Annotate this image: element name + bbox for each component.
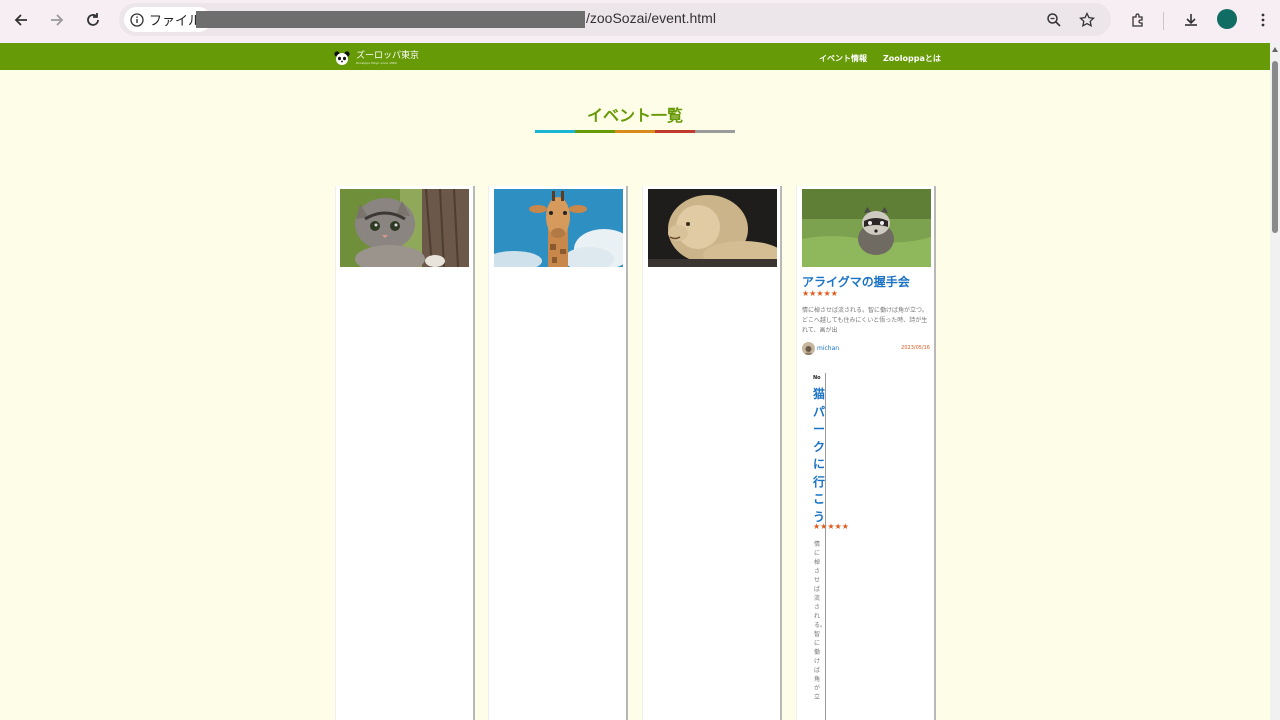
event-image-raccoon[interactable] (802, 189, 931, 267)
post-date: 2023/05/16 (901, 345, 930, 351)
zoom-icon[interactable] (1042, 8, 1066, 32)
site-logo[interactable]: ズーロッパ東京 Zooloppa Tokyo since 1960 (334, 51, 419, 66)
logo-title: ズーロッパ東京 (356, 51, 420, 61)
nav-link-about[interactable]: Zooloppaとは (883, 53, 941, 64)
author-avatar (802, 342, 815, 355)
bookmark-star-icon[interactable] (1075, 8, 1099, 32)
author-name[interactable]: michan (817, 345, 839, 352)
panda-logo-icon (334, 51, 350, 65)
card-number-label: No (813, 375, 821, 381)
event-card[interactable] (642, 186, 782, 720)
scrollbar-thumb[interactable] (1272, 61, 1278, 233)
site-header: ズーロッパ東京 Zooloppa Tokyo since 1960 イベント情報… (0, 43, 1270, 70)
underline-segment (535, 130, 575, 133)
event-card[interactable] (488, 186, 628, 720)
menu-kebab-icon[interactable] (1250, 7, 1276, 33)
profile-avatar[interactable] (1217, 9, 1237, 29)
info-icon (130, 12, 144, 27)
title-underline (535, 130, 735, 133)
address-bar[interactable]: ファイル /zooSozai/event.html (119, 3, 1111, 36)
reload-icon[interactable] (80, 7, 106, 33)
underline-segment (695, 130, 735, 133)
underline-segment (655, 130, 695, 133)
event-description: 情に棹させば流される。智に働けば角が立 (814, 541, 827, 701)
toolbar-divider (1163, 12, 1164, 30)
event-title[interactable]: アライグマの握手会 (802, 273, 910, 290)
logo-subtitle: Zooloppa Tokyo since 1960 (356, 61, 397, 65)
event-image-giraffe[interactable] (494, 189, 623, 267)
author-row: michan 2023/05/16 (802, 342, 930, 355)
event-image-kitten[interactable] (340, 189, 469, 267)
underline-segment (575, 130, 615, 133)
nav-link-events[interactable]: イベント情報 (819, 53, 867, 64)
rating-stars: ★★★★★ (813, 522, 849, 531)
scroll-up-arrow-icon[interactable] (1272, 47, 1278, 52)
page-scrollbar[interactable] (1270, 43, 1280, 720)
forward-icon[interactable] (44, 7, 70, 33)
browser-toolbar: ファイル /zooSozai/event.html (0, 0, 1280, 43)
back-icon[interactable] (8, 7, 34, 33)
download-icon[interactable] (1178, 7, 1204, 33)
page-title: イベント一覧 (586, 106, 683, 125)
redacted-url-segment (196, 11, 585, 28)
event-image-lion[interactable] (648, 189, 777, 267)
url-path[interactable]: /zooSozai/event.html (586, 10, 716, 26)
rating-stars: ★★★★★ (802, 289, 838, 298)
extensions-icon[interactable] (1125, 7, 1151, 33)
site-chip-label: ファイル (149, 13, 202, 28)
underline-segment (615, 130, 655, 133)
event-title[interactable]: 猫パークに行こう (813, 386, 826, 526)
event-card[interactable] (335, 186, 475, 720)
event-description: 情に棹させば流される。智に働けば角が立つ。どこへ越しても住みにくいと悟った時、詩… (802, 307, 928, 334)
